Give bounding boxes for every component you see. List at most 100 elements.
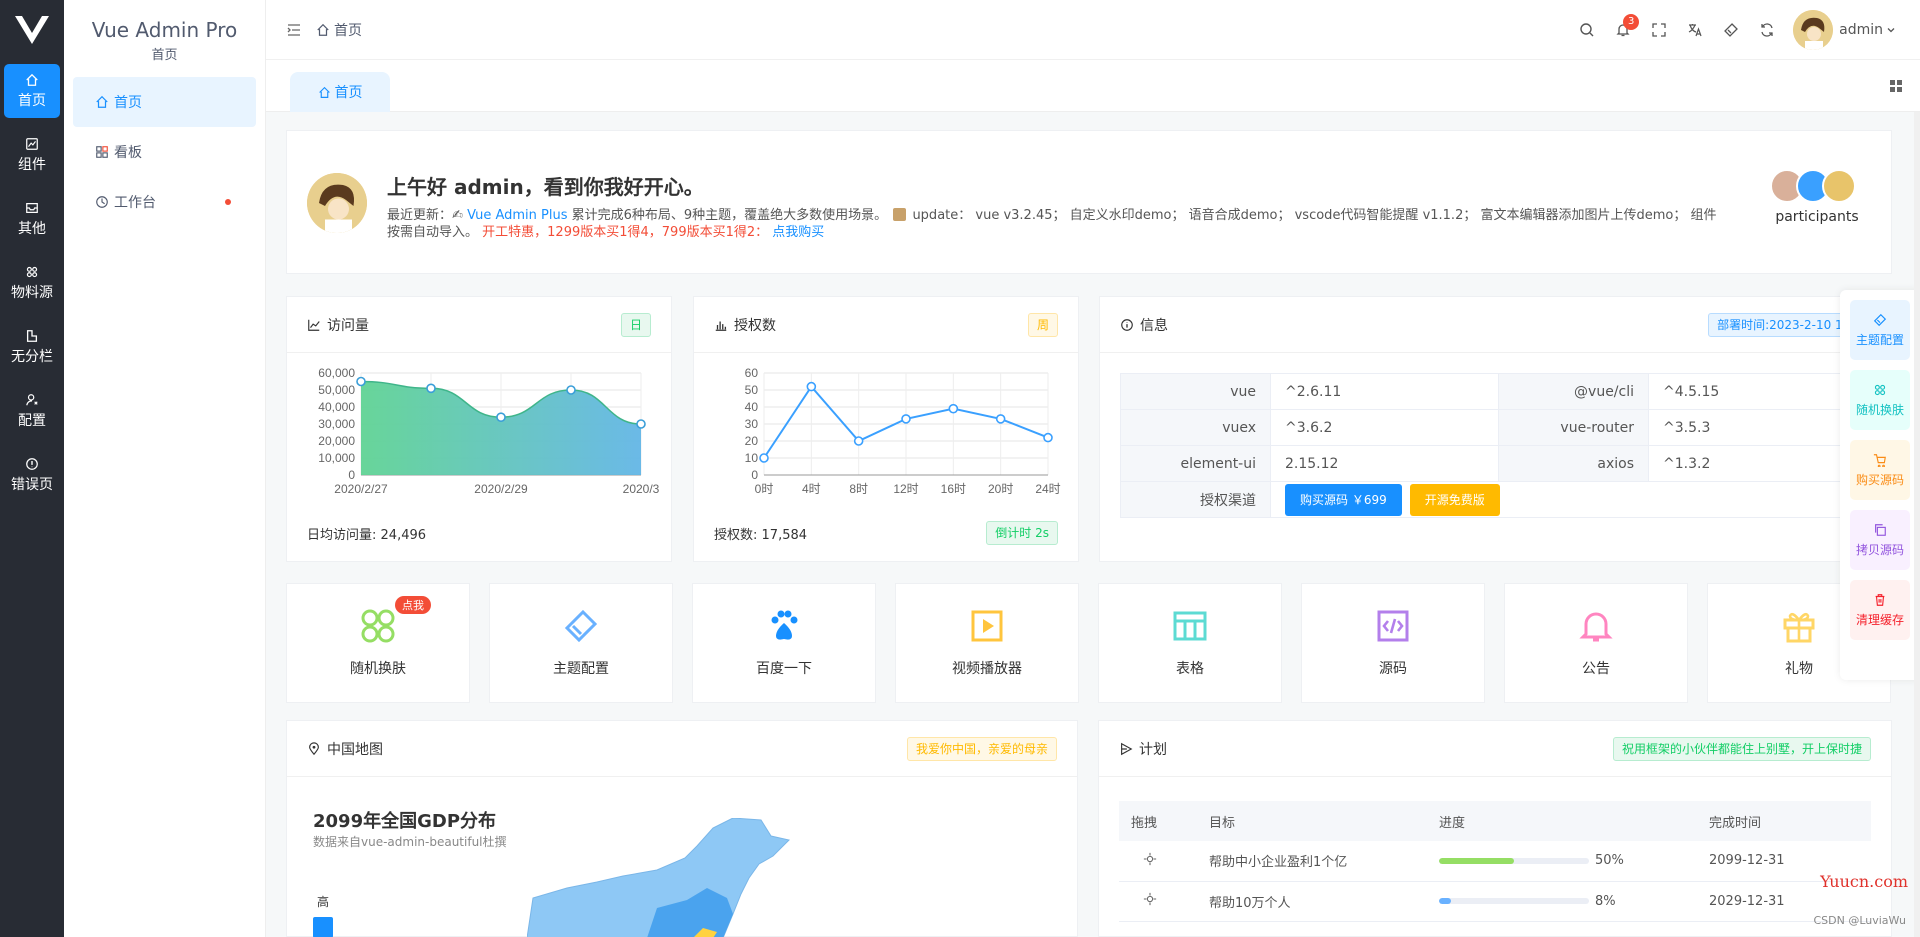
search-button[interactable] bbox=[1569, 12, 1605, 48]
home-icon bbox=[26, 73, 38, 86]
rail-item-6[interactable]: 错误页 bbox=[4, 448, 60, 502]
y-tick-label: 50 bbox=[745, 383, 759, 397]
progress-fill bbox=[1439, 898, 1451, 904]
dep-version: ^3.6.2 bbox=[1270, 409, 1499, 446]
rail-item-5[interactable]: 配置 bbox=[4, 384, 60, 438]
china-map-shape[interactable] bbox=[527, 818, 847, 937]
data-point bbox=[1043, 432, 1053, 443]
y-tick-label: 10,000 bbox=[318, 451, 355, 465]
daily-visits: 日均访问量: 24,496 bbox=[307, 524, 426, 543]
sidebar-item-workbench[interactable]: 工作台 bbox=[73, 177, 256, 227]
buy-link[interactable]: 点我购买 bbox=[768, 225, 824, 240]
shortcut-table[interactable]: 表格 bbox=[1098, 583, 1282, 703]
rail-item-2[interactable]: 其他 bbox=[4, 192, 60, 246]
map-chart-subtitle: 数据来自vue-admin-beautiful杜撰 bbox=[313, 835, 507, 849]
channel-label: 授权渠道 bbox=[1120, 481, 1271, 518]
refresh-button[interactable] bbox=[1749, 12, 1785, 48]
auth-card: 授权数 周 0 10 20 30 40 50 60 0时 4时 8时 12时 16时 20时 24时 授权… bbox=[693, 296, 1079, 562]
slogan-tag: 我爱你中国，亲爱的母亲 bbox=[906, 737, 1057, 761]
map-legend-bar[interactable] bbox=[313, 917, 333, 937]
theme-config-button[interactable]: 主题配置 bbox=[1850, 300, 1910, 360]
avatar[interactable] bbox=[1793, 10, 1834, 50]
panel-item-label: 购买源码 bbox=[1855, 472, 1904, 487]
shortcut-skin[interactable]: 随机换肤 点我 bbox=[286, 583, 470, 703]
col-drag: 拖拽 bbox=[1119, 801, 1197, 841]
notification-badge: 3 bbox=[1623, 14, 1640, 30]
map-chart-title: 2099年全国GDP分布 bbox=[313, 811, 497, 832]
rail-item-0[interactable]: 首页 bbox=[4, 64, 60, 118]
package-icon bbox=[893, 208, 907, 221]
participants-label: participants bbox=[1775, 209, 1859, 225]
tabs-more-icon[interactable] bbox=[1888, 78, 1904, 94]
participant-avatar[interactable] bbox=[1822, 169, 1856, 203]
drag-cell[interactable] bbox=[1119, 881, 1197, 922]
drag-handle-icon[interactable] bbox=[1143, 852, 1157, 866]
rail-item-1[interactable]: 组件 bbox=[4, 128, 60, 182]
clear-cache-button[interactable]: 清理缓存 bbox=[1850, 580, 1910, 640]
data-point bbox=[426, 383, 436, 394]
shortcut-code[interactable]: 源码 bbox=[1301, 583, 1485, 703]
plan-card: 计划 祝用框架的小伙伴都能住上别墅，开上保时捷 拖拽 目标 进度 完成时间 帮助… bbox=[1098, 720, 1892, 937]
send-icon bbox=[1121, 742, 1133, 755]
data-point bbox=[759, 453, 769, 463]
line-chart-icon bbox=[308, 319, 320, 331]
dep-name: axios bbox=[1498, 445, 1649, 482]
vue-logo-icon bbox=[15, 16, 49, 44]
china-map-card: 中国地图 我爱你中国，亲爱的母亲 2099年全国GDP分布 数据来自vue-ad… bbox=[286, 720, 1078, 937]
table-row: 授权渠道 购买源码 ￥699 开源免费版 bbox=[1120, 481, 1877, 518]
page-scrollbar[interactable] bbox=[1914, 112, 1920, 937]
data-point bbox=[901, 414, 911, 424]
dep-name: vue-router bbox=[1498, 409, 1649, 446]
theme-button[interactable] bbox=[1713, 12, 1749, 48]
drag-cell[interactable] bbox=[1119, 841, 1197, 882]
free-version-button[interactable]: 开源免费版 bbox=[1409, 483, 1500, 516]
buy-source-button[interactable]: 购买源码 ￥699 bbox=[1285, 483, 1402, 516]
progress-label: 50% bbox=[1595, 853, 1624, 869]
rail-item-label: 错误页 bbox=[11, 476, 53, 493]
inbox-icon bbox=[26, 202, 38, 213]
fullscreen-button[interactable] bbox=[1641, 12, 1677, 48]
rail-item-label: 组件 bbox=[18, 156, 46, 173]
user-avatar-icon bbox=[307, 173, 367, 233]
countdown-tag: 倒计时 2s bbox=[986, 521, 1058, 545]
random-skin-button[interactable]: 随机换肤 bbox=[1850, 370, 1910, 430]
component-icon bbox=[26, 137, 38, 150]
bell-icon bbox=[1579, 612, 1613, 642]
shortcut-paw[interactable]: 百度一下 bbox=[692, 583, 876, 703]
user-menu-trigger[interactable]: admin bbox=[1839, 22, 1896, 38]
sidebar-item-home[interactable]: 首页 bbox=[73, 77, 256, 127]
x-tick-label: 20时 bbox=[988, 482, 1013, 496]
search-icon bbox=[1580, 23, 1594, 37]
card-title: 中国地图 bbox=[327, 741, 383, 758]
shortcut-bell[interactable]: 公告 bbox=[1504, 583, 1688, 703]
code-icon bbox=[1377, 610, 1409, 642]
info-card: 信息 部署时间:2023-2-10 14:3 vue ^2.6.11 @vue/… bbox=[1099, 296, 1892, 562]
notification-button[interactable]: 3 bbox=[1605, 12, 1641, 48]
tab-home[interactable]: 首页 bbox=[290, 72, 390, 112]
drag-handle-icon[interactable] bbox=[1143, 892, 1157, 906]
shortcut-label: 源码 bbox=[1379, 661, 1407, 677]
home-icon bbox=[318, 86, 330, 98]
dep-name: vue bbox=[1120, 373, 1271, 410]
skin-icon bbox=[361, 609, 395, 643]
goal-cell: 帮助10万个人 bbox=[1197, 881, 1427, 922]
copy-source-button[interactable]: 拷贝源码 bbox=[1850, 510, 1910, 570]
rail-item-3[interactable]: 物料源 bbox=[4, 256, 60, 310]
period-tag: 周 bbox=[1027, 313, 1058, 337]
breadcrumb[interactable]: 首页 bbox=[316, 20, 362, 40]
shortcut-brush[interactable]: 主题配置 bbox=[489, 583, 673, 703]
rail-item-4[interactable]: 无分栏 bbox=[4, 320, 60, 374]
sidebar-item-dashboard[interactable]: 看板 bbox=[73, 127, 256, 177]
welcome-card: 上午好 admin，看到你我好开心。 最近更新：✍ Vue Admin Plus… bbox=[286, 130, 1892, 274]
breadcrumb-label: 首页 bbox=[334, 22, 362, 39]
y-tick-label: 60,000 bbox=[318, 366, 355, 380]
translate-button[interactable] bbox=[1677, 12, 1713, 48]
buy-source-button[interactable]: 购买源码 bbox=[1850, 440, 1910, 500]
vue-admin-plus-link[interactable]: Vue Admin Plus bbox=[467, 208, 567, 223]
app-logo[interactable] bbox=[0, 0, 64, 60]
participants: participants bbox=[1770, 169, 1863, 225]
chevron-down-icon bbox=[1887, 28, 1895, 33]
shortcut-label: 百度一下 bbox=[756, 661, 812, 677]
fold-menu-icon[interactable] bbox=[286, 22, 302, 38]
shortcut-video[interactable]: 视频播放器 bbox=[895, 583, 1079, 703]
